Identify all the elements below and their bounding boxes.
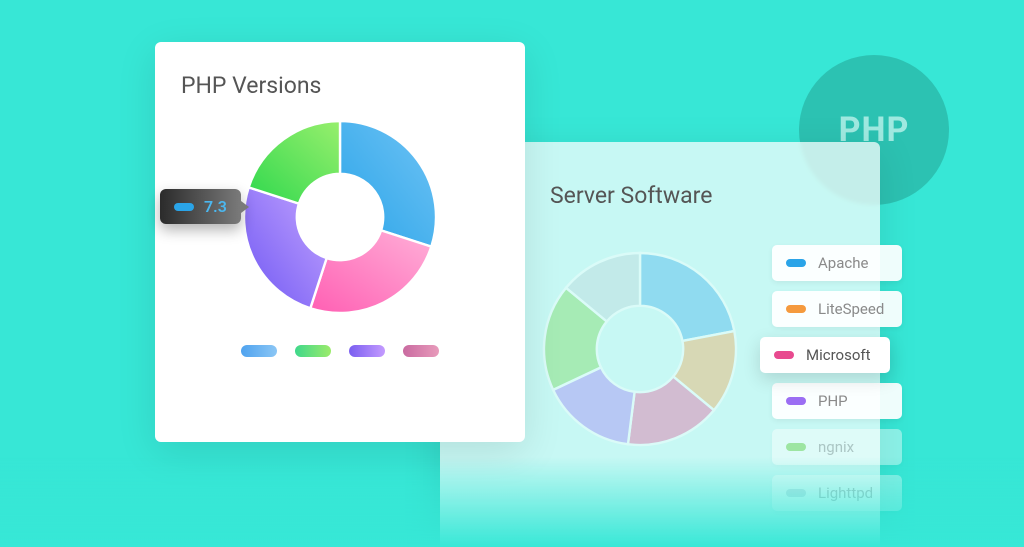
tooltip-value: 7.3 xyxy=(204,197,227,216)
php-card-title: PHP Versions xyxy=(181,72,499,99)
legend-item-label: LiteSpeed xyxy=(818,300,884,318)
legend-item-label: Apache xyxy=(818,254,868,272)
legend-swatch xyxy=(295,345,331,357)
legend-swatch xyxy=(403,345,439,357)
legend-color-chip xyxy=(786,305,806,313)
php-versions-card: PHP Versions 7.3 xyxy=(155,42,525,442)
legend-item-apache[interactable]: Apache xyxy=(772,245,902,281)
legend-item-label: Microsoft xyxy=(806,346,871,364)
php-donut-chart: 7.3 xyxy=(240,117,440,317)
legend-color-chip xyxy=(786,397,806,405)
legend-item-label: PHP xyxy=(818,392,848,410)
legend-color-chip xyxy=(786,443,806,451)
php-tooltip: 7.3 xyxy=(160,189,241,224)
legend-item-lighttpd[interactable]: Lighttpd xyxy=(772,475,902,511)
tooltip-color-chip xyxy=(174,203,194,211)
legend-item-litespeed[interactable]: LiteSpeed xyxy=(772,291,902,327)
server-legend-stack: Apache LiteSpeed Microsoft PHP ngnix Lighttpd xyxy=(772,245,902,511)
legend-item-label: Lighttpd xyxy=(818,484,873,502)
legend-swatch xyxy=(241,345,277,357)
legend-color-chip xyxy=(786,259,806,267)
server-card-title: Server Software xyxy=(550,182,850,209)
legend-color-chip xyxy=(774,351,794,359)
legend-swatch xyxy=(349,345,385,357)
legend-item-php[interactable]: PHP xyxy=(772,383,902,419)
legend-item-ngnix[interactable]: ngnix xyxy=(772,429,902,465)
php-legend-row xyxy=(181,345,499,357)
legend-color-chip xyxy=(786,489,806,497)
legend-item-microsoft[interactable]: Microsoft xyxy=(760,337,890,373)
legend-item-label: ngnix xyxy=(818,438,854,456)
server-donut-chart xyxy=(540,249,740,449)
